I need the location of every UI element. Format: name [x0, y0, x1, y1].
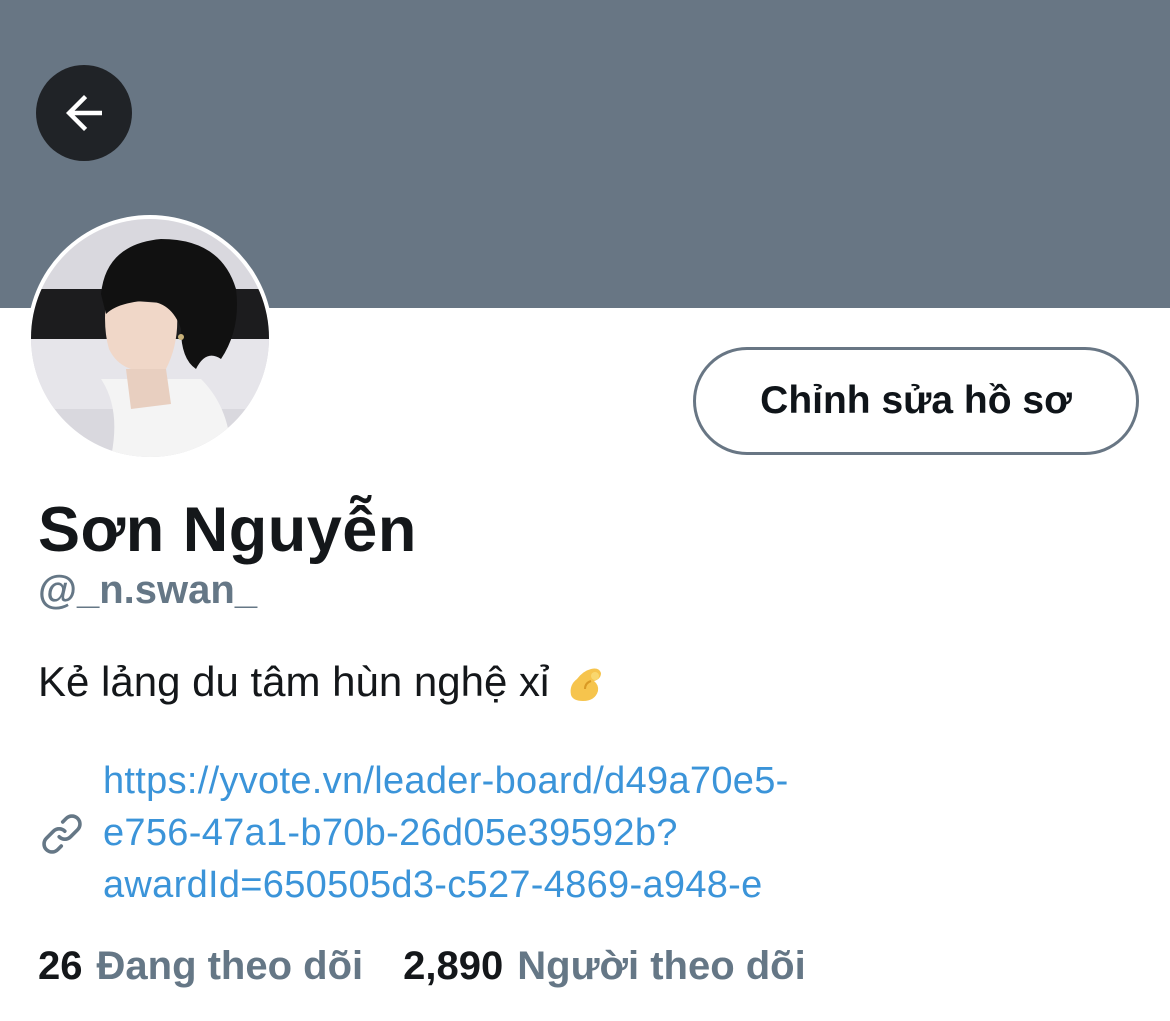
followers-count: 2,890: [403, 944, 504, 988]
follow-stats: 26 Đang theo dõi 2,890 Người theo dõi: [38, 944, 806, 989]
profile-page: Chỉnh sửa hồ sơ Sơn Nguyễn @_n.swan_ Kẻ …: [0, 0, 1170, 1021]
profile-link-url[interactable]: https://yvote.vn/leader-board/d49a70e5- …: [103, 755, 1003, 911]
profile-link[interactable]: https://yvote.vn/leader-board/d49a70e5- …: [38, 755, 1038, 906]
bio-text: Kẻ lảng du tâm hùn nghệ xỉ: [38, 658, 550, 705]
followers-stat[interactable]: 2,890 Người theo dõi: [403, 944, 806, 989]
pinching-hand-emoji-icon: [570, 668, 602, 701]
avatar-photo: [31, 219, 269, 457]
arrow-left-icon: [66, 95, 102, 131]
followers-label: Người theo dõi: [517, 944, 806, 988]
username-handle: @_n.swan_: [38, 568, 258, 612]
following-stat[interactable]: 26 Đang theo dõi: [38, 944, 363, 989]
back-button[interactable]: [36, 65, 132, 161]
avatar[interactable]: [27, 215, 273, 461]
profile-link-line: awardId=650505d3-c527-4869-a948-e: [103, 864, 763, 906]
following-count: 26: [38, 944, 83, 988]
edit-profile-button[interactable]: Chỉnh sửa hồ sơ: [693, 347, 1139, 455]
profile-link-line: https://yvote.vn/leader-board/d49a70e5-: [103, 760, 789, 802]
link-icon: [42, 814, 82, 854]
following-label: Đang theo dõi: [96, 944, 364, 988]
bio: Kẻ lảng du tâm hùn nghệ xỉ: [38, 657, 611, 707]
display-name: Sơn Nguyễn: [38, 495, 417, 565]
profile-link-line: e756-47a1-b70b-26d05e39592b?: [103, 812, 678, 854]
